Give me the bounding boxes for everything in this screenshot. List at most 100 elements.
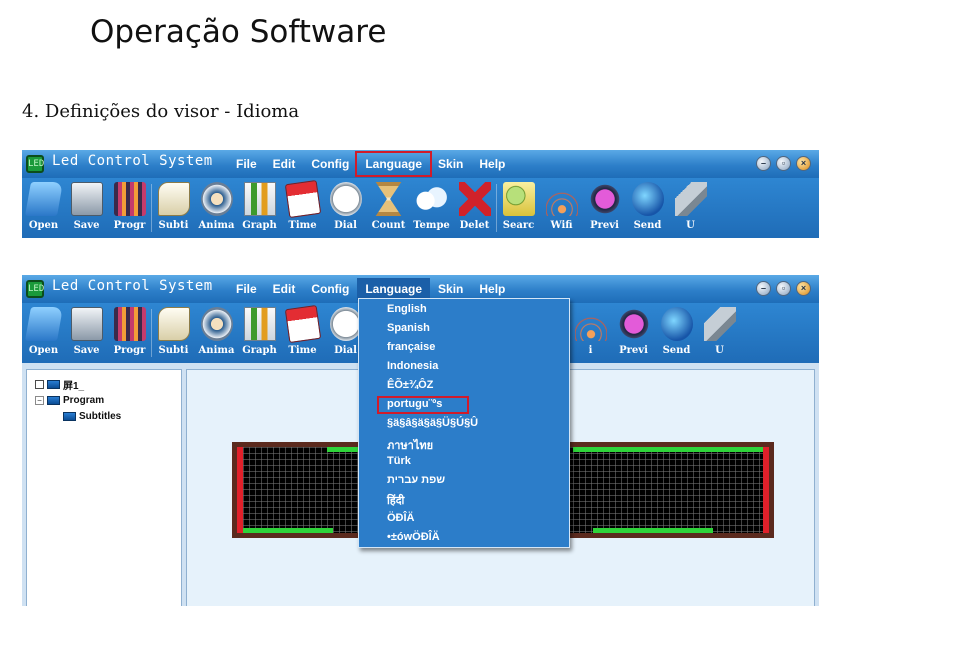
toolbar-button-save[interactable]: Save — [65, 178, 108, 238]
restore-icon[interactable]: ▫ — [776, 156, 791, 171]
menu-skin[interactable]: Skin — [430, 153, 471, 175]
restore-icon[interactable]: ▫ — [776, 281, 791, 296]
toolbar-button-wifi[interactable]: Wifi — [540, 178, 583, 238]
chart-icon — [243, 182, 276, 216]
title-bar[interactable]: LED Led Control System File Edit Config … — [22, 150, 819, 178]
toolbar-button-progr[interactable]: Progr — [108, 178, 151, 238]
program-tree: 屏1_ − Program Subtitles — [35, 376, 121, 424]
disk-icon — [70, 182, 103, 216]
menu-file[interactable]: File — [228, 153, 265, 175]
language-option[interactable]: हिंदी — [387, 493, 404, 508]
menu-help[interactable]: Help — [471, 278, 513, 300]
tree-screen-row[interactable]: 屏1_ — [35, 376, 121, 392]
wifi-icon — [574, 307, 607, 341]
toolbar-button-label: Progr — [113, 345, 146, 356]
search-icon — [502, 182, 535, 216]
folder-icon — [24, 182, 63, 216]
toolbar-button-previ[interactable]: Previ — [612, 303, 655, 363]
monitor-icon — [63, 411, 76, 421]
toolbar-button-label: Progr — [113, 220, 146, 231]
minimize-icon[interactable]: – — [756, 281, 771, 296]
globe-icon — [631, 182, 664, 216]
toolbar-button-send[interactable]: Send — [655, 303, 698, 363]
language-option[interactable]: Türk — [387, 455, 411, 467]
app-window-bottom: LED Led Control System File Edit Config … — [22, 275, 819, 606]
toolbar-button-label: Open — [28, 220, 59, 231]
toolbar-button-time[interactable]: Time — [281, 303, 324, 363]
toolbar-button-progr[interactable]: Progr — [108, 303, 151, 363]
toolbar-button-anima[interactable]: Anima — [195, 178, 238, 238]
calendar-icon — [284, 179, 321, 219]
disk-icon — [70, 307, 103, 341]
collapse-icon[interactable]: − — [35, 395, 44, 405]
toolbar-button-label: Previ — [590, 220, 619, 231]
toolbar-button-searc[interactable]: Searc — [497, 178, 540, 238]
toolbar-button-previ[interactable]: Previ — [583, 178, 626, 238]
language-option[interactable]: Indonesia — [387, 360, 438, 372]
toolbar-button-label: Subti — [158, 345, 189, 356]
toolbar-button-label: Count — [371, 220, 406, 231]
language-option[interactable]: שפת עברית — [387, 474, 445, 486]
toolbar-button-open[interactable]: Open — [22, 303, 65, 363]
slide-title: Operação Software — [90, 14, 387, 50]
toolbar-button-u[interactable]: U — [698, 303, 741, 363]
toolbar-button-label: Send — [633, 220, 662, 231]
toolbar-button-i[interactable]: i — [569, 303, 612, 363]
language-option[interactable]: portugu¨ºs — [387, 398, 442, 410]
toolbar-button-label: Tempe — [413, 220, 450, 231]
toolbar-button-label: Anima — [198, 345, 235, 356]
led-green-segment — [573, 447, 763, 452]
toolbar-button-dial[interactable]: Dial — [324, 178, 367, 238]
language-dropdown-menu: English Spanish française Indonesia ÊÕ±¾ÔZ po… — [358, 298, 570, 548]
language-option[interactable]: ÖÐÎÄ — [387, 512, 415, 524]
menu-skin[interactable]: Skin — [430, 278, 471, 300]
language-option[interactable]: française — [387, 341, 435, 353]
calendar-icon — [284, 304, 321, 344]
toolbar-button-label: Anima — [198, 220, 235, 231]
app-title: Led Control System — [52, 278, 213, 294]
menu-config[interactable]: Config — [303, 153, 357, 175]
menu-language[interactable]: Language — [355, 151, 433, 177]
toolbar-button-graph[interactable]: Graph — [238, 178, 281, 238]
toolbar-button-send[interactable]: Send — [626, 178, 669, 238]
toolbar-button-anima[interactable]: Anima — [195, 303, 238, 363]
toolbar-button-time[interactable]: Time — [281, 178, 324, 238]
menu-edit[interactable]: Edit — [265, 278, 304, 300]
toolbar-button-subti[interactable]: Subti — [152, 178, 195, 238]
folder-icon — [24, 307, 63, 341]
language-option[interactable]: §ä§â§ä§ä§Ü§Ú§Û — [387, 417, 478, 429]
language-option[interactable]: Spanish — [387, 322, 430, 334]
language-option[interactable]: ÊÕ±¾ÔZ — [387, 379, 433, 391]
toolbar-button-label: Open — [28, 345, 59, 356]
screen-checkbox[interactable] — [35, 379, 44, 389]
minimize-icon[interactable]: – — [756, 156, 771, 171]
film-reel-icon — [200, 307, 233, 341]
menu-edit[interactable]: Edit — [265, 153, 304, 175]
menu-help[interactable]: Help — [471, 153, 513, 175]
monitor-icon — [47, 379, 60, 389]
tree-subtitles-row[interactable]: Subtitles — [63, 408, 121, 424]
toolbar-button-label: Send — [662, 345, 691, 356]
chart-icon — [243, 307, 276, 341]
tree-program-row[interactable]: − Program — [35, 392, 121, 408]
toolbar-button-u[interactable]: U — [669, 178, 712, 238]
language-option[interactable]: ภาษาไทย — [387, 436, 433, 454]
menu-language[interactable]: Language — [357, 278, 431, 300]
globe-icon — [660, 307, 693, 341]
toolbar-button-label: Save — [73, 220, 100, 231]
menu-config[interactable]: Config — [303, 278, 357, 300]
menu-file[interactable]: File — [228, 278, 265, 300]
toolbar-button-subti[interactable]: Subti — [152, 303, 195, 363]
toolbar-button-tempe[interactable]: Tempe — [410, 178, 453, 238]
led-green-segment — [593, 528, 713, 533]
toolbar-button-save[interactable]: Save — [65, 303, 108, 363]
toolbar-button-open[interactable]: Open — [22, 178, 65, 238]
toolbar-button-delet[interactable]: Delet — [453, 178, 496, 238]
close-icon[interactable]: × — [796, 156, 811, 171]
language-option[interactable]: •±ówÖÐÎÄ — [387, 531, 440, 543]
hourglass-icon — [375, 182, 402, 216]
close-icon[interactable]: × — [796, 281, 811, 296]
toolbar-button-count[interactable]: Count — [367, 178, 410, 238]
toolbar-button-graph[interactable]: Graph — [238, 303, 281, 363]
language-option[interactable]: English — [387, 303, 427, 315]
